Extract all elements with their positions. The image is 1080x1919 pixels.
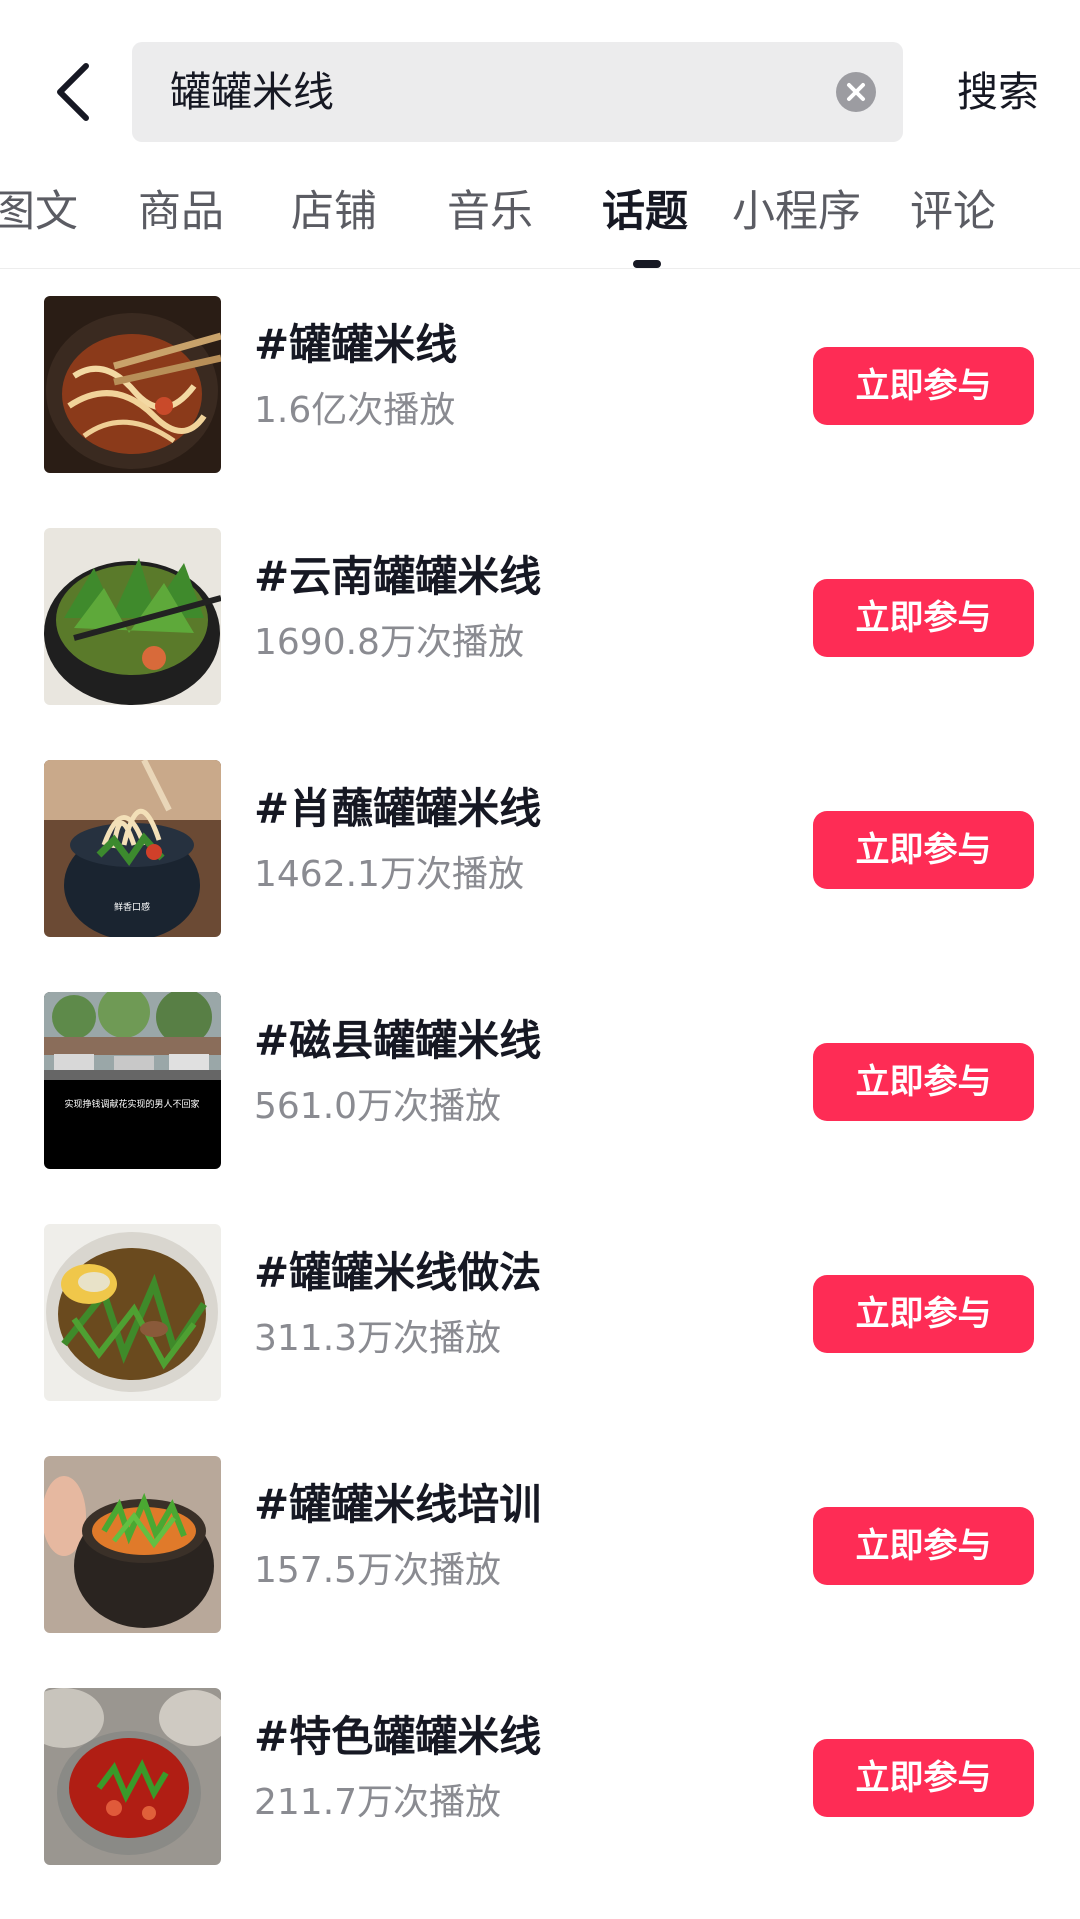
topic-row[interactable]: #特色罐罐米线 211.7万次播放 立即参与 (0, 1661, 1080, 1893)
topic-thumbnail (44, 1456, 221, 1633)
topic-title: #特色罐罐米线 (254, 1712, 542, 1761)
join-button[interactable]: 立即参与 (813, 347, 1034, 425)
result-tabs: 图文 商品 店铺 音乐 话题 小程序 评论 (0, 172, 1080, 269)
join-button[interactable]: 立即参与 (813, 1043, 1034, 1121)
topic-thumbnail: 鲜香口感 (44, 760, 221, 937)
search-box[interactable] (132, 42, 903, 142)
join-button[interactable]: 立即参与 (813, 1507, 1034, 1585)
topic-row[interactable]: #罐罐米线做法 311.3万次播放 立即参与 (0, 1197, 1080, 1429)
search-button[interactable]: 搜索 (932, 42, 1064, 142)
topic-row[interactable]: #云南罐罐米线 1690.8万次播放 立即参与 (0, 501, 1080, 733)
tab-topics[interactable]: 话题 (602, 172, 688, 252)
thumb-caption: 鲜香口感 (114, 901, 150, 913)
topic-row[interactable]: #罐罐米线 1.6亿次播放 立即参与 (0, 269, 1080, 501)
join-button[interactable]: 立即参与 (813, 1275, 1034, 1353)
clear-button[interactable] (836, 72, 876, 112)
active-tab-indicator (633, 260, 661, 268)
clear-circle-icon (847, 83, 865, 101)
topic-thumbnail (44, 1224, 221, 1401)
topic-row[interactable]: 鲜香口感 #肖蘸罐罐米线 1462.1万次播放 立即参与 (0, 733, 1080, 965)
topic-row[interactable]: #罐罐米线培训 157.5万次播放 立即参与 (0, 1429, 1080, 1661)
join-button[interactable]: 立即参与 (813, 811, 1034, 889)
topic-title: #肖蘸罐罐米线 (254, 784, 542, 833)
topic-title: #磁县罐罐米线 (254, 1016, 542, 1065)
tab-comments[interactable]: 评论 (910, 172, 996, 252)
join-button[interactable]: 立即参与 (813, 1739, 1034, 1817)
topic-views: 561.0万次播放 (254, 1086, 502, 1127)
topic-thumbnail (44, 1688, 221, 1865)
search-input[interactable] (170, 42, 790, 142)
topic-thumbnail (44, 528, 221, 705)
topic-title: #罐罐米线做法 (254, 1248, 542, 1297)
topic-title: #罐罐米线培训 (254, 1480, 542, 1529)
topic-title: #罐罐米线 (254, 320, 458, 369)
topic-views: 1462.1万次播放 (254, 854, 524, 895)
topic-views: 211.7万次播放 (254, 1782, 502, 1823)
topic-row[interactable]: 实现挣钱调献花实现的男人不回家 #磁县罐罐米线 561.0万次播放 立即参与 (0, 965, 1080, 1197)
tab-mini-programs[interactable]: 小程序 (732, 172, 861, 252)
topic-title: #云南罐罐米线 (254, 552, 542, 601)
tab-shops[interactable]: 店铺 (291, 172, 377, 252)
topic-thumbnail (44, 296, 221, 473)
topic-views: 311.3万次播放 (254, 1318, 502, 1359)
search-header: 搜索 (0, 0, 1080, 180)
topic-views: 157.5万次播放 (254, 1550, 502, 1591)
topic-views: 1.6亿次播放 (254, 390, 456, 431)
topic-thumbnail: 实现挣钱调献花实现的男人不回家 (44, 992, 221, 1169)
back-button[interactable] (44, 58, 104, 126)
join-button[interactable]: 立即参与 (813, 579, 1034, 657)
topic-views: 1690.8万次播放 (254, 622, 524, 663)
tab-music[interactable]: 音乐 (447, 172, 533, 252)
thumb-caption: 实现挣钱调献花实现的男人不回家 (64, 1098, 199, 1110)
chevron-left-icon (57, 63, 89, 121)
tab-products[interactable]: 商品 (138, 172, 224, 252)
tab-image-text[interactable]: 图文 (0, 172, 78, 252)
